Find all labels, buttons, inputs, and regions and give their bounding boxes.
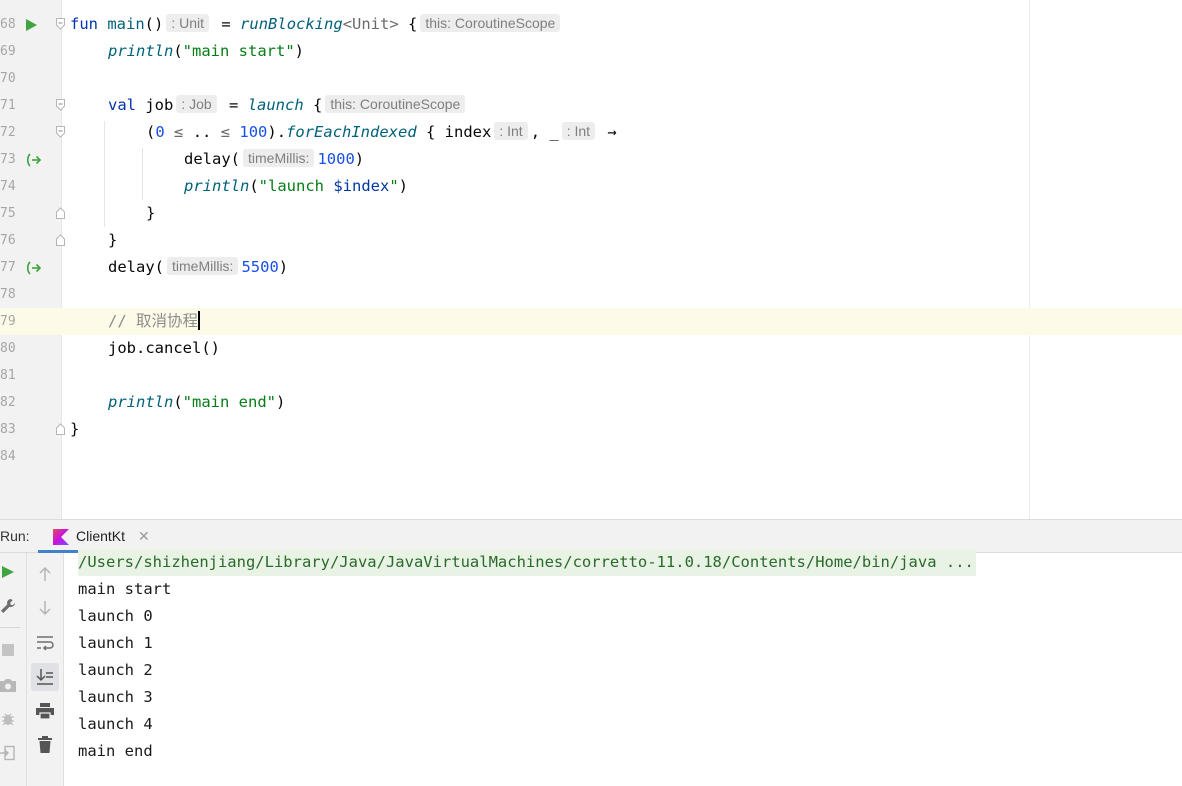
line-number: 83: [0, 422, 16, 437]
fold-marker-icon[interactable]: [56, 126, 65, 138]
code-text: }: [146, 204, 156, 222]
code-text: job.cancel(): [108, 339, 220, 357]
wrench-icon[interactable]: [0, 594, 20, 618]
code-text: println("launch $index"): [184, 177, 409, 195]
line-number: 70: [0, 71, 16, 86]
console-command-line: /Users/shizhenjiang/Library/Java/JavaVir…: [78, 549, 976, 576]
code-line-83: 83 }: [0, 416, 1182, 443]
type-hint: : Int: [561, 122, 596, 140]
line-number: 84: [0, 449, 16, 464]
code-line-75: 75 }: [0, 200, 1182, 227]
code-line-68: 68 fun main(): Unit = runBlocking<Unit> …: [0, 11, 1182, 38]
line-number: 69: [0, 44, 16, 59]
code-text: delay(timeMillis: 5500): [108, 257, 289, 276]
fold-end-icon[interactable]: [56, 423, 65, 435]
code-line-77: 77 delay(timeMillis: 5500): [0, 254, 1182, 281]
line-number: 80: [0, 341, 16, 356]
camera-icon[interactable]: [0, 673, 20, 697]
console-line: main end: [78, 742, 153, 760]
up-arrow-icon[interactable]: [33, 562, 57, 586]
scroll-to-end-icon[interactable]: [31, 663, 59, 691]
trash-icon[interactable]: [33, 732, 57, 756]
line-number: 81: [0, 368, 16, 383]
run-gutter-icon[interactable]: [24, 18, 38, 32]
code-text: fun main(): Unit = runBlocking<Unit> {th…: [70, 11, 563, 38]
run-left-toolbar: [0, 553, 27, 786]
type-hint: : Int: [494, 122, 528, 140]
code-text: delay(timeMillis: 1000): [184, 149, 365, 168]
parameter-hint: timeMillis:: [167, 257, 239, 275]
code-text: }: [70, 420, 80, 438]
console-line: launch 1: [78, 634, 153, 652]
code-editor[interactable]: 68 fun main(): Unit = runBlocking<Unit> …: [0, 0, 1182, 519]
stop-icon[interactable]: [0, 638, 20, 662]
code-line-70: 70: [0, 65, 1182, 92]
soft-wrap-icon[interactable]: [33, 631, 57, 655]
line-number: 75: [0, 206, 16, 221]
code-text: println("main start"): [108, 42, 304, 60]
line-number: 72: [0, 125, 16, 140]
console-line: launch 2: [78, 661, 153, 679]
console-line: launch 3: [78, 688, 153, 706]
text-caret: [198, 311, 200, 330]
code-text: println("main end"): [108, 393, 286, 411]
run-panel-header: Run: ClientKt ✕: [0, 519, 1182, 553]
line-number: 78: [0, 287, 16, 302]
debug-icon[interactable]: [0, 707, 20, 731]
console-line: main start: [78, 580, 172, 598]
type-hint: : Job: [176, 95, 217, 113]
line-number: 76: [0, 233, 16, 248]
code-line-69: 69 println("main start"): [0, 38, 1182, 65]
console-output[interactable]: /Users/shizhenjiang/Library/Java/JavaVir…: [64, 549, 1182, 786]
fold-marker-icon[interactable]: [56, 18, 65, 30]
code-line-80: 80 job.cancel(): [0, 335, 1182, 362]
suspend-call-icon: [26, 261, 42, 275]
line-number: 71: [0, 98, 16, 113]
down-arrow-icon[interactable]: [33, 596, 57, 620]
fold-marker-icon[interactable]: [56, 99, 65, 111]
code-text: val job: Job = launch {this: CoroutineSc…: [108, 92, 468, 119]
console-line: launch 4: [78, 715, 153, 733]
code-text: (0 ≤ .. ≤ 100).forEachIndexed { index: I…: [146, 122, 617, 141]
code-line-74: 74 println("launch $index"): [0, 173, 1182, 200]
receiver-hint: this: CoroutineScope: [420, 14, 561, 32]
line-number: 73: [0, 152, 16, 167]
type-hint: : Unit: [166, 14, 210, 32]
code-line-71: 71 val job: Job = launch {this: Coroutin…: [0, 92, 1182, 119]
print-icon[interactable]: [33, 699, 57, 723]
code-line-72: 72 (0 ≤ .. ≤ 100).forEachIndexed { index…: [0, 119, 1182, 146]
exit-icon[interactable]: [0, 741, 20, 765]
code-line-73: 73 delay(timeMillis: 1000): [0, 146, 1182, 173]
line-number: 68: [0, 17, 16, 32]
code-line-78: 78: [0, 281, 1182, 308]
code-line-76: 76 }: [0, 227, 1182, 254]
code-text: // 取消协程: [108, 311, 200, 330]
code-line-79-current: 79 // 取消协程: [0, 308, 1182, 335]
parameter-hint: timeMillis:: [243, 149, 315, 167]
run-panel-label: Run:: [0, 528, 30, 544]
console-line: launch 0: [78, 607, 153, 625]
fold-end-icon[interactable]: [56, 207, 65, 219]
receiver-hint: this: CoroutineScope: [325, 95, 466, 113]
line-number: 74: [0, 179, 16, 194]
line-number: 77: [0, 260, 16, 275]
line-number: 82: [0, 395, 16, 410]
toolbar-separator: [0, 627, 20, 628]
code-line-84: 84: [0, 443, 1182, 470]
code-text: }: [108, 231, 118, 249]
code-line-81: 81: [0, 362, 1182, 389]
suspend-call-icon: [26, 153, 42, 167]
line-number: 79: [0, 314, 16, 329]
kotlin-file-icon: [53, 529, 69, 545]
fold-end-icon[interactable]: [56, 234, 65, 246]
run-right-toolbar: [27, 553, 64, 786]
rerun-icon[interactable]: [0, 560, 20, 584]
code-line-82: 82 println("main end"): [0, 389, 1182, 416]
